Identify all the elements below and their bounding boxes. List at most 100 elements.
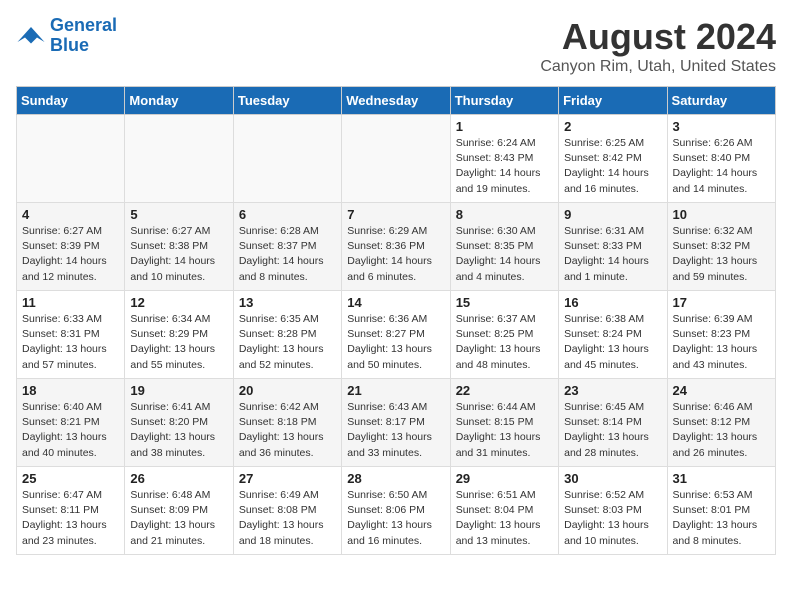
day-info: Sunrise: 6:50 AM Sunset: 8:06 PM Dayligh… [347, 488, 444, 549]
day-info: Sunrise: 6:26 AM Sunset: 8:40 PM Dayligh… [673, 136, 770, 197]
logo-text: General Blue [50, 16, 117, 56]
calendar-table: SundayMondayTuesdayWednesdayThursdayFrid… [16, 86, 776, 555]
day-info: Sunrise: 6:28 AM Sunset: 8:37 PM Dayligh… [239, 224, 336, 285]
calendar-day-cell: 20 Sunrise: 6:42 AM Sunset: 8:18 PM Dayli… [233, 379, 341, 467]
day-of-week-header: Thursday [450, 87, 558, 115]
logo-general: General [50, 15, 117, 35]
calendar-day-cell: 11 Sunrise: 6:33 AM Sunset: 8:31 PM Dayli… [17, 291, 125, 379]
calendar-day-cell: 8Sunrise: 6:30 AM Sunset: 8:35 PM Daylig… [450, 203, 558, 291]
calendar-day-cell: 17Sunrise: 6:39 AM Sunset: 8:23 PM Dayli… [667, 291, 775, 379]
logo-icon [16, 21, 46, 51]
calendar-day-cell: 5 Sunrise: 6:27 AM Sunset: 8:38 PM Daylig… [125, 203, 233, 291]
day-of-week-header: Monday [125, 87, 233, 115]
day-number: 5 [130, 207, 227, 222]
day-number: 13 [239, 295, 336, 310]
page-header: General Blue August 2024 Canyon Rim, Uta… [16, 16, 776, 76]
day-number: 16 [564, 295, 661, 310]
day-number: 14 [347, 295, 444, 310]
calendar-day-cell: 19Sunrise: 6:41 AM Sunset: 8:20 PM Dayli… [125, 379, 233, 467]
day-number: 10 [673, 207, 770, 222]
calendar-header-row: SundayMondayTuesdayWednesdayThursdayFrid… [17, 87, 776, 115]
calendar-day-cell: 26 Sunrise: 6:48 AM Sunset: 8:09 PM Dayli… [125, 467, 233, 555]
page-title: August 2024 [540, 16, 776, 58]
day-number: 9 [564, 207, 661, 222]
day-number: 29 [456, 471, 553, 486]
calendar-day-cell: 27 Sunrise: 6:49 AM Sunset: 8:08 PM Dayli… [233, 467, 341, 555]
day-info: Sunrise: 6:31 AM Sunset: 8:33 PM Dayligh… [564, 224, 661, 285]
calendar-day-cell: 22Sunrise: 6:44 AM Sunset: 8:15 PM Dayli… [450, 379, 558, 467]
calendar-day-cell: 23Sunrise: 6:45 AM Sunset: 8:14 PM Dayli… [559, 379, 667, 467]
calendar-day-cell: 3 Sunrise: 6:26 AM Sunset: 8:40 PM Daylig… [667, 115, 775, 203]
day-number: 17 [673, 295, 770, 310]
calendar-day-cell: 13 Sunrise: 6:35 AM Sunset: 8:28 PM Dayli… [233, 291, 341, 379]
day-info: Sunrise: 6:25 AM Sunset: 8:42 PM Dayligh… [564, 136, 661, 197]
calendar-day-cell: 6 Sunrise: 6:28 AM Sunset: 8:37 PM Daylig… [233, 203, 341, 291]
calendar-day-cell: 2 Sunrise: 6:25 AM Sunset: 8:42 PM Daylig… [559, 115, 667, 203]
day-info: Sunrise: 6:33 AM Sunset: 8:31 PM Dayligh… [22, 312, 119, 373]
calendar-day-cell: 14 Sunrise: 6:36 AM Sunset: 8:27 PM Dayli… [342, 291, 450, 379]
day-info: Sunrise: 6:40 AM Sunset: 8:21 PM Dayligh… [22, 400, 119, 461]
page-subtitle: Canyon Rim, Utah, United States [540, 58, 776, 76]
calendar-day-cell: 1Sunrise: 6:24 AM Sunset: 8:43 PM Daylig… [450, 115, 558, 203]
calendar-day-cell: 12 Sunrise: 6:34 AM Sunset: 8:29 PM Dayli… [125, 291, 233, 379]
day-info: Sunrise: 6:27 AM Sunset: 8:39 PM Dayligh… [22, 224, 119, 285]
calendar-week-row: 18 Sunrise: 6:40 AM Sunset: 8:21 PM Dayli… [17, 379, 776, 467]
day-info: Sunrise: 6:34 AM Sunset: 8:29 PM Dayligh… [130, 312, 227, 373]
day-of-week-header: Wednesday [342, 87, 450, 115]
day-info: Sunrise: 6:49 AM Sunset: 8:08 PM Dayligh… [239, 488, 336, 549]
calendar-day-cell: 7Sunrise: 6:29 AM Sunset: 8:36 PM Daylig… [342, 203, 450, 291]
day-info: Sunrise: 6:24 AM Sunset: 8:43 PM Dayligh… [456, 136, 553, 197]
day-info: Sunrise: 6:51 AM Sunset: 8:04 PM Dayligh… [456, 488, 553, 549]
day-number: 8 [456, 207, 553, 222]
calendar-week-row: 4Sunrise: 6:27 AM Sunset: 8:39 PM Daylig… [17, 203, 776, 291]
day-info: Sunrise: 6:27 AM Sunset: 8:38 PM Dayligh… [130, 224, 227, 285]
calendar-day-cell [17, 115, 125, 203]
day-of-week-header: Tuesday [233, 87, 341, 115]
calendar-day-cell: 10 Sunrise: 6:32 AM Sunset: 8:32 PM Dayli… [667, 203, 775, 291]
day-number: 23 [564, 383, 661, 398]
day-number: 24 [673, 383, 770, 398]
day-info: Sunrise: 6:44 AM Sunset: 8:15 PM Dayligh… [456, 400, 553, 461]
calendar-day-cell: 25Sunrise: 6:47 AM Sunset: 8:11 PM Dayli… [17, 467, 125, 555]
logo: General Blue [16, 16, 117, 56]
day-info: Sunrise: 6:42 AM Sunset: 8:18 PM Dayligh… [239, 400, 336, 461]
calendar-day-cell: 4Sunrise: 6:27 AM Sunset: 8:39 PM Daylig… [17, 203, 125, 291]
calendar-day-cell: 30Sunrise: 6:52 AM Sunset: 8:03 PM Dayli… [559, 467, 667, 555]
day-number: 12 [130, 295, 227, 310]
day-number: 6 [239, 207, 336, 222]
day-number: 25 [22, 471, 119, 486]
calendar-day-cell: 28 Sunrise: 6:50 AM Sunset: 8:06 PM Dayli… [342, 467, 450, 555]
day-info: Sunrise: 6:52 AM Sunset: 8:03 PM Dayligh… [564, 488, 661, 549]
day-number: 7 [347, 207, 444, 222]
day-info: Sunrise: 6:48 AM Sunset: 8:09 PM Dayligh… [130, 488, 227, 549]
calendar-day-cell [233, 115, 341, 203]
calendar-week-row: 25Sunrise: 6:47 AM Sunset: 8:11 PM Dayli… [17, 467, 776, 555]
day-number: 3 [673, 119, 770, 134]
calendar-day-cell: 21 Sunrise: 6:43 AM Sunset: 8:17 PM Dayli… [342, 379, 450, 467]
calendar-day-cell [342, 115, 450, 203]
calendar-week-row: 1Sunrise: 6:24 AM Sunset: 8:43 PM Daylig… [17, 115, 776, 203]
calendar-day-cell: 29 Sunrise: 6:51 AM Sunset: 8:04 PM Dayli… [450, 467, 558, 555]
day-of-week-header: Saturday [667, 87, 775, 115]
day-info: Sunrise: 6:35 AM Sunset: 8:28 PM Dayligh… [239, 312, 336, 373]
calendar-day-cell: 24 Sunrise: 6:46 AM Sunset: 8:12 PM Dayli… [667, 379, 775, 467]
day-number: 2 [564, 119, 661, 134]
calendar-day-cell: 9 Sunrise: 6:31 AM Sunset: 8:33 PM Daylig… [559, 203, 667, 291]
day-of-week-header: Friday [559, 87, 667, 115]
day-info: Sunrise: 6:36 AM Sunset: 8:27 PM Dayligh… [347, 312, 444, 373]
day-number: 11 [22, 295, 119, 310]
day-info: Sunrise: 6:46 AM Sunset: 8:12 PM Dayligh… [673, 400, 770, 461]
day-number: 28 [347, 471, 444, 486]
day-number: 27 [239, 471, 336, 486]
day-number: 18 [22, 383, 119, 398]
day-number: 20 [239, 383, 336, 398]
day-info: Sunrise: 6:32 AM Sunset: 8:32 PM Dayligh… [673, 224, 770, 285]
title-section: August 2024 Canyon Rim, Utah, United Sta… [540, 16, 776, 76]
day-info: Sunrise: 6:43 AM Sunset: 8:17 PM Dayligh… [347, 400, 444, 461]
day-info: Sunrise: 6:37 AM Sunset: 8:25 PM Dayligh… [456, 312, 553, 373]
day-number: 15 [456, 295, 553, 310]
day-number: 26 [130, 471, 227, 486]
calendar-day-cell [125, 115, 233, 203]
day-number: 19 [130, 383, 227, 398]
day-number: 21 [347, 383, 444, 398]
